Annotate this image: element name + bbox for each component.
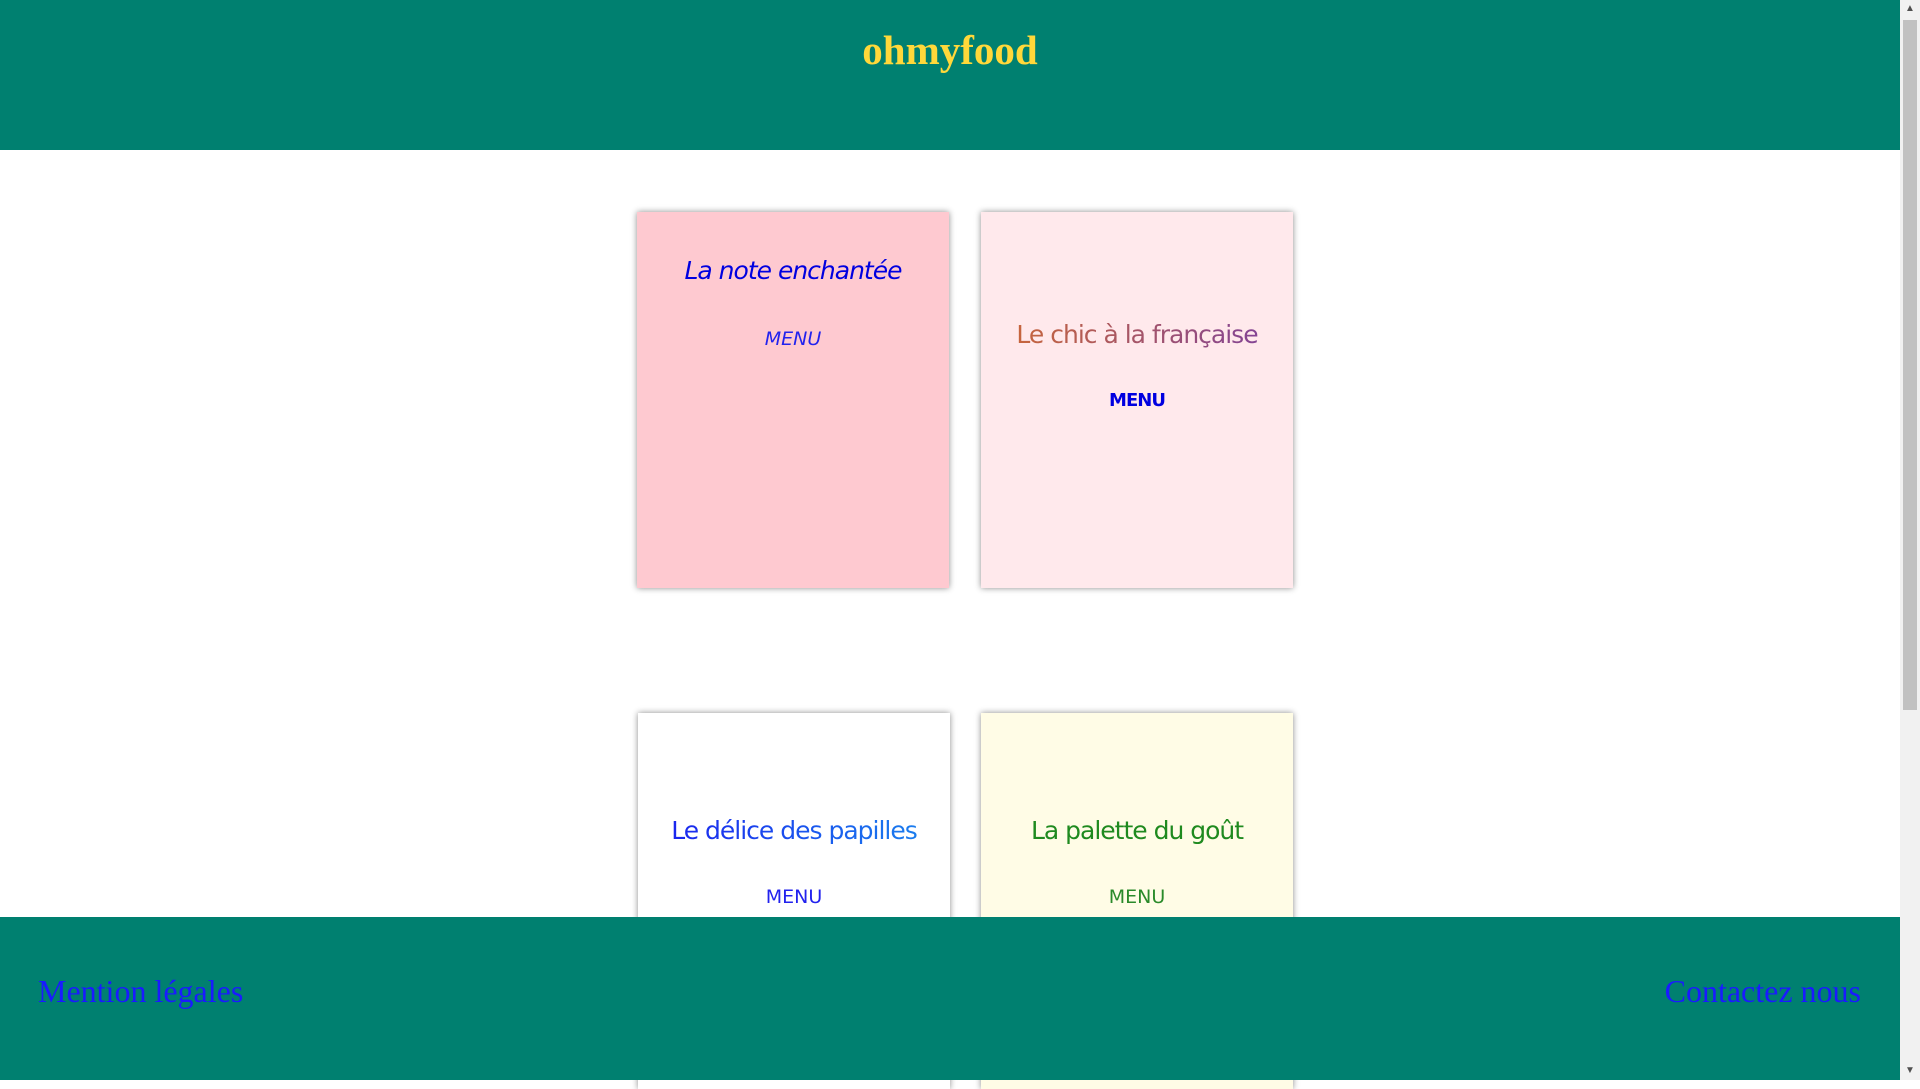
restaurant-name: Le chic à la française xyxy=(981,320,1293,349)
site-title: ohmyfood xyxy=(862,27,1038,73)
vertical-scrollbar[interactable]: ▲ ▼ xyxy=(1900,0,1920,1080)
scroll-up-arrow-icon[interactable]: ▲ xyxy=(1905,4,1915,14)
menu-link[interactable]: MENU xyxy=(637,328,949,350)
scrollbar-thumb[interactable] xyxy=(1903,20,1917,710)
menu-link[interactable]: MENU xyxy=(981,886,1293,908)
restaurant-name: La palette du goût xyxy=(1030,816,1244,845)
menu-link[interactable]: MENU xyxy=(638,886,950,908)
restaurant-card: Le chic à la française MENU xyxy=(981,212,1293,588)
site-footer: Mention légales Contactez nous xyxy=(0,917,1900,1080)
restaurant-card: La note enchantée MENU xyxy=(637,212,949,588)
restaurant-name: Le délice des papilles xyxy=(638,816,950,845)
restaurant-name: La note enchantée xyxy=(684,256,902,285)
legal-mentions-link[interactable]: Mention légales xyxy=(38,973,243,1010)
menu-link[interactable]: MENU xyxy=(981,390,1293,411)
contact-link[interactable]: Contactez nous xyxy=(1665,973,1861,1010)
site-header: ohmyfood xyxy=(0,0,1900,150)
scroll-down-arrow-icon[interactable]: ▼ xyxy=(1905,1066,1915,1076)
